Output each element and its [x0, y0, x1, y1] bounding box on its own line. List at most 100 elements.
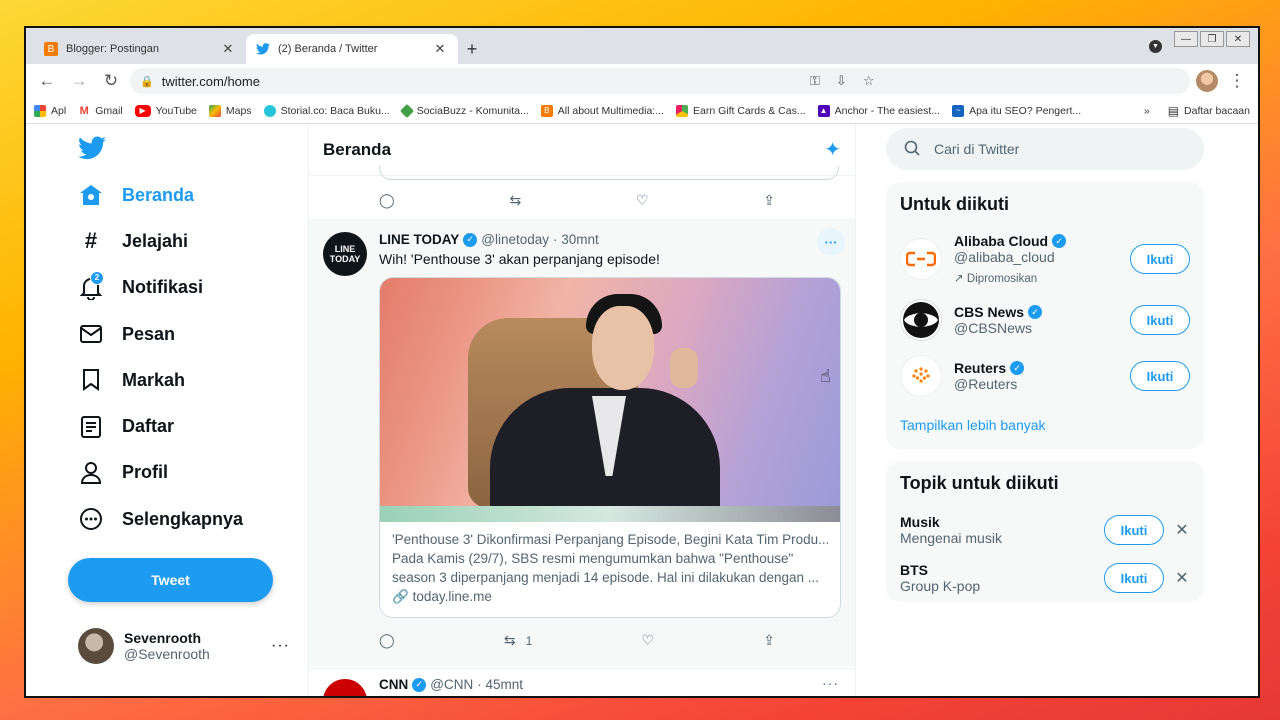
retweet-icon[interactable]: ⇆	[509, 192, 521, 209]
avatar	[78, 628, 114, 664]
nav-item-notifications[interactable]: 2 Notifikasi	[66, 265, 308, 311]
tweet-time[interactable]: · 45mnt	[477, 677, 523, 692]
sparkle-icon[interactable]: ✦	[824, 137, 841, 162]
share-icon[interactable]: ⇪	[763, 632, 775, 649]
bookmark-youtube[interactable]: ▶ YouTube	[134, 104, 197, 117]
close-icon[interactable]: ✕	[432, 41, 448, 57]
verified-icon: ✓	[1052, 234, 1067, 248]
nav-item-more[interactable]: Selengkapnya	[66, 496, 308, 542]
follow-button[interactable]: Ikuti	[1130, 305, 1190, 335]
install-icon[interactable]: ⇩	[836, 73, 847, 89]
bookmark-seo[interactable]: ~ Apa itu SEO? Pengert...	[952, 104, 1081, 117]
bookmark-anchor[interactable]: ▲ Anchor - The easiest...	[817, 104, 940, 117]
account-name[interactable]: Alibaba Cloud	[954, 233, 1048, 249]
nav-label: Profil	[122, 462, 169, 483]
back-button[interactable]: ←	[34, 68, 60, 94]
nav-item-profile[interactable]: Profil	[66, 450, 308, 496]
bookmark-maps[interactable]: Maps	[208, 104, 252, 117]
card-link-text: today.line.me	[412, 589, 492, 604]
star-icon[interactable]: ☆	[863, 73, 875, 89]
alibaba-avatar[interactable]	[900, 238, 942, 280]
minimize-button[interactable]: —	[1174, 31, 1198, 47]
url-field[interactable]: 🔒 twitter.com/home ⚿ ⇩ ☆	[130, 68, 1190, 94]
follow-button[interactable]: Ikuti	[1130, 244, 1190, 274]
follow-topic-button[interactable]: Ikuti	[1104, 515, 1164, 545]
avatar[interactable]: LINE TODAY	[323, 232, 367, 276]
nav-item-bookmarks[interactable]: Markah	[66, 357, 308, 403]
tweet-author-handle[interactable]: @linetoday	[481, 232, 549, 247]
profile-avatar[interactable]	[1196, 70, 1218, 92]
bookmark-sociabuzz[interactable]: SociaBuzz - Komunita...	[399, 103, 529, 118]
new-tab-button[interactable]: +	[458, 34, 486, 64]
account-name[interactable]: Reuters	[954, 360, 1006, 376]
dismiss-icon[interactable]: ✕	[1174, 568, 1190, 588]
topic-item[interactable]: Musik Mengenai musik Ikuti ✕	[886, 506, 1204, 554]
reply-icon[interactable]: ◯	[379, 192, 395, 209]
like-icon[interactable]: ♡	[642, 632, 655, 649]
restore-button[interactable]: ❐	[1200, 31, 1224, 47]
profile-name: Sevenrooth	[124, 630, 202, 646]
tab-search-icon[interactable]: ▼	[1149, 40, 1162, 53]
topic-item[interactable]: BTS Group K-pop Ikuti ✕	[886, 554, 1204, 602]
more-icon[interactable]: ···	[822, 675, 839, 691]
tweet-author-name[interactable]: LINE TODAY	[379, 232, 459, 247]
forward-button[interactable]: →	[66, 68, 92, 94]
bookmark-giftcards[interactable]: Earn Gift Cards & Cas...	[675, 104, 806, 117]
follow-suggestion[interactable]: Alibaba Cloud ✓ @alibaba_cloud ↗ Dipromos…	[886, 227, 1204, 293]
blogger-icon: B	[44, 42, 58, 56]
bookmark-label: SociaBuzz - Komunita...	[416, 104, 529, 117]
reply-icon[interactable]: ◯	[379, 632, 395, 649]
nav-item-home[interactable]: Beranda	[66, 172, 308, 218]
cbs-avatar[interactable]	[900, 299, 942, 341]
twitter-icon	[256, 42, 270, 56]
apps-grid-icon	[34, 104, 46, 117]
bookmark-gmail[interactable]: M Gmail	[78, 104, 123, 117]
nav-label: Jelajahi	[122, 230, 189, 251]
close-window-button[interactable]: ✕	[1226, 31, 1250, 47]
tab-twitter[interactable]: (2) Beranda / Twitter ✕	[246, 34, 458, 64]
menu-icon[interactable]: ⋮	[1224, 68, 1250, 94]
follow-topic-button[interactable]: Ikuti	[1104, 563, 1164, 593]
link-card[interactable]: 'Penthouse 3' Dikonfirmasi Perpanjang Ep…	[379, 277, 841, 618]
close-icon[interactable]: ✕	[220, 41, 236, 57]
verified-icon: ✓	[1028, 305, 1043, 319]
bookmark-storial[interactable]: Storial.co: Baca Buku...	[263, 104, 390, 117]
dismiss-icon[interactable]: ✕	[1174, 520, 1190, 540]
key-icon[interactable]: ⚿	[810, 73, 820, 89]
account-name[interactable]: CBS News	[954, 304, 1024, 320]
more-circle-icon	[78, 506, 104, 532]
tweet-button[interactable]: Tweet	[68, 558, 273, 603]
follow-suggestion[interactable]: CBS News ✓ @CBSNews Ikuti	[886, 293, 1204, 349]
next-tweet[interactable]: CNN ✓ @CNN · 45mnt ···	[309, 668, 855, 696]
reuters-avatar[interactable]	[900, 355, 942, 397]
bookmark-apps[interactable]: Apl	[34, 104, 66, 117]
chevron-more-icon[interactable]: »	[1144, 105, 1150, 117]
more-icon[interactable]: ···	[271, 637, 290, 655]
tweet-author-name[interactable]: CNN	[379, 677, 408, 692]
tweet-time[interactable]: · 30mnt	[553, 232, 599, 247]
search-input[interactable]: Cari di Twitter	[886, 128, 1204, 170]
tweet-author-handle[interactable]: @CNN	[430, 677, 473, 692]
maps-icon	[208, 104, 221, 117]
follow-button[interactable]: Ikuti	[1130, 361, 1190, 391]
avatar[interactable]	[323, 679, 367, 696]
seo-icon: ~	[952, 104, 965, 117]
bookmark-multimedia[interactable]: B All about Multimedia:...	[540, 104, 664, 117]
twitter-logo-icon[interactable]	[78, 136, 106, 160]
browser-window: B Blogger: Postingan ✕ (2) Beranda / Twi…	[26, 28, 1258, 696]
link-icon: 🔗	[392, 589, 409, 604]
nav-item-messages[interactable]: Pesan	[66, 311, 308, 357]
nav-item-lists[interactable]: Daftar	[66, 403, 308, 449]
show-more-link[interactable]: Tampilkan lebih banyak	[886, 405, 1204, 449]
tab-blogger[interactable]: B Blogger: Postingan ✕	[34, 34, 246, 64]
reading-list[interactable]: ▤ Daftar bacaan	[1168, 104, 1250, 118]
retweet-button[interactable]: ⇆ 1	[504, 632, 532, 649]
account-switcher[interactable]: Sevenrooth @Sevenrooth ···	[78, 628, 290, 664]
nav-item-explore[interactable]: # Jelajahi	[66, 218, 308, 264]
tweet[interactable]: LINE TODAY ··· LINE TODAY ✓ @linetoday ·…	[309, 220, 855, 666]
share-icon[interactable]: ⇪	[763, 192, 775, 209]
more-icon[interactable]: ···	[817, 228, 845, 256]
like-icon[interactable]: ♡	[636, 192, 649, 209]
follow-suggestion[interactable]: Reuters ✓ @Reuters Ikuti	[886, 349, 1204, 405]
reload-button[interactable]: ↻	[98, 68, 124, 94]
